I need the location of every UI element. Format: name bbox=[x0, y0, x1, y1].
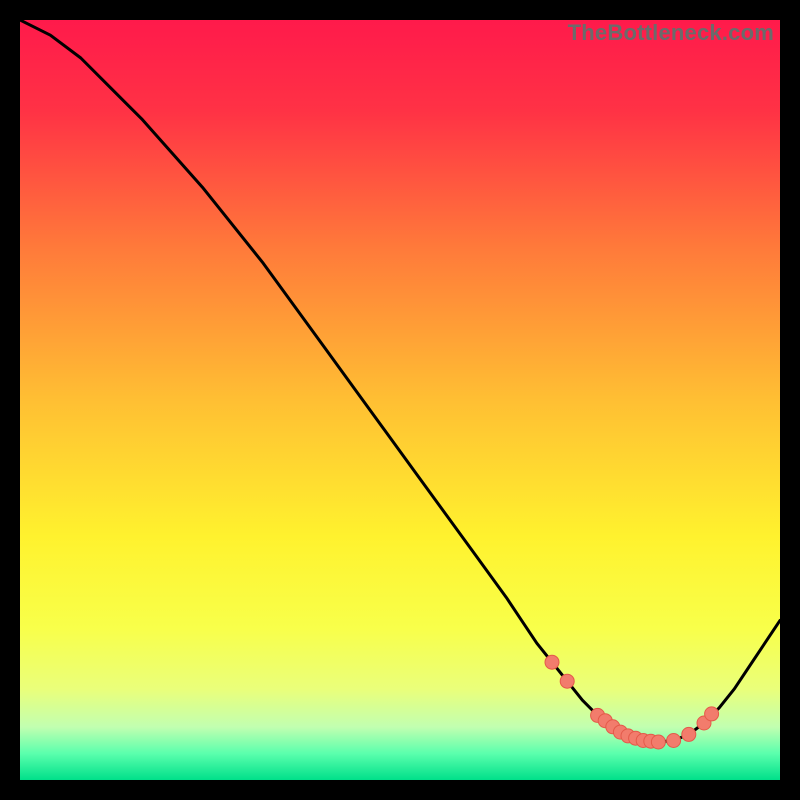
watermark-text: TheBottleneck.com bbox=[568, 20, 774, 46]
data-marker bbox=[705, 707, 719, 721]
data-marker bbox=[651, 735, 665, 749]
chart-frame: TheBottleneck.com bbox=[0, 0, 800, 800]
data-marker bbox=[682, 727, 696, 741]
plot-area: TheBottleneck.com bbox=[20, 20, 780, 780]
data-marker bbox=[545, 655, 559, 669]
data-marker bbox=[560, 674, 574, 688]
bottleneck-curve bbox=[20, 20, 780, 742]
data-marker bbox=[667, 734, 681, 748]
curve-layer bbox=[20, 20, 780, 780]
